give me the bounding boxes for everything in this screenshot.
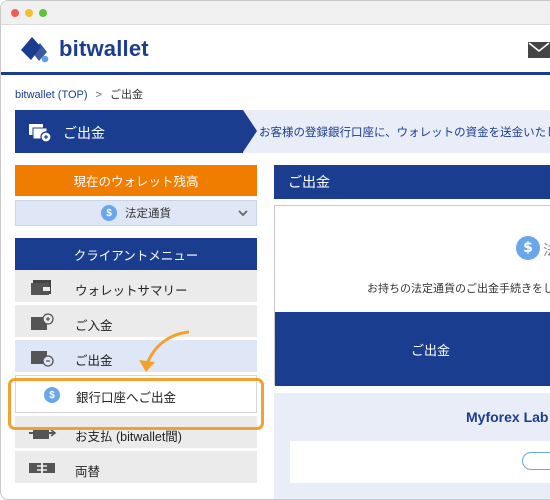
page-banner: ご出金 お客様の登録銀行口座に、ウォレットの資金を送金いたしま <box>15 110 550 153</box>
currency-select[interactable]: $ 法定通貨 <box>15 200 257 226</box>
wallet-icon <box>31 280 51 295</box>
sidebar-item-label: 両替 <box>75 465 101 479</box>
window-titlebar <box>1 1 550 25</box>
banner-description: お客様の登録銀行口座に、ウォレットの資金を送金いたしま <box>259 127 550 139</box>
banner-title-block: ご出金 <box>15 110 243 153</box>
bitwallet-logo[interactable]: bitwallet <box>17 33 149 65</box>
close-window-button[interactable] <box>11 9 19 17</box>
promo-pill-button[interactable] <box>522 452 550 470</box>
deposit-icon <box>31 313 54 330</box>
sidebar-item-exchange[interactable]: 両替 <box>15 451 257 486</box>
client-menu-header: クライアントメニュー <box>15 238 257 270</box>
exchange-icon <box>29 463 55 473</box>
sidebar-item-label: ウォレットサマリー <box>75 284 188 298</box>
withdraw-info-text: お持ちの法定通貨のご出金手続きをし <box>367 283 550 295</box>
banner-title: ご出金 <box>63 125 105 141</box>
chevron-down-icon <box>238 210 248 217</box>
mail-icon[interactable] <box>527 41 550 59</box>
site-header: bitwallet <box>1 25 550 75</box>
minimize-window-button[interactable] <box>25 9 33 17</box>
currency-label: 法 <box>543 240 550 260</box>
withdraw-icon <box>29 124 52 143</box>
pointer-arrow-icon <box>139 330 190 372</box>
wallet-balance-button[interactable]: 現在のウォレット残高 <box>15 165 257 196</box>
sidebar-item-wallet-summary[interactable]: ウォレットサマリー <box>15 270 257 305</box>
main-heading: ご出金 <box>274 165 550 199</box>
banner-arrow-shape <box>243 110 257 152</box>
zoom-window-button[interactable] <box>39 9 47 17</box>
breadcrumb-current: ご出金 <box>109 89 143 101</box>
withdraw-button-label: ご出金 <box>411 343 451 358</box>
browser-window: bitwallet bitwallet (TOP) > ご出金 ご出金 お客様の登録… <box>0 0 550 500</box>
breadcrumb: bitwallet (TOP) > ご出金 <box>15 86 143 102</box>
promo-title: Myforex Lab <box>466 409 549 425</box>
sidebar-item-label: ご出金 <box>75 354 113 368</box>
withdraw-icon <box>31 351 54 367</box>
dollar-coin-icon: $ <box>101 205 117 221</box>
sidebar-item-label: ご入金 <box>75 319 113 333</box>
dollar-coin-icon: $ <box>516 236 540 260</box>
currency-selected-value: 法定通貨 <box>125 208 171 220</box>
main-panel: $ 法 お持ちの法定通貨のご出金手続きをし ご出金 <box>274 205 550 386</box>
breadcrumb-separator: > <box>95 89 102 101</box>
logo-text: bitwallet <box>59 36 149 61</box>
highlight-ring <box>8 378 264 430</box>
withdraw-button[interactable]: ご出金 <box>275 312 550 386</box>
logo-mark-icon <box>21 37 49 63</box>
promo-panel: Myforex Lab <box>274 393 550 499</box>
promo-box <box>290 441 550 483</box>
breadcrumb-home-link[interactable]: bitwallet (TOP) <box>15 89 88 101</box>
